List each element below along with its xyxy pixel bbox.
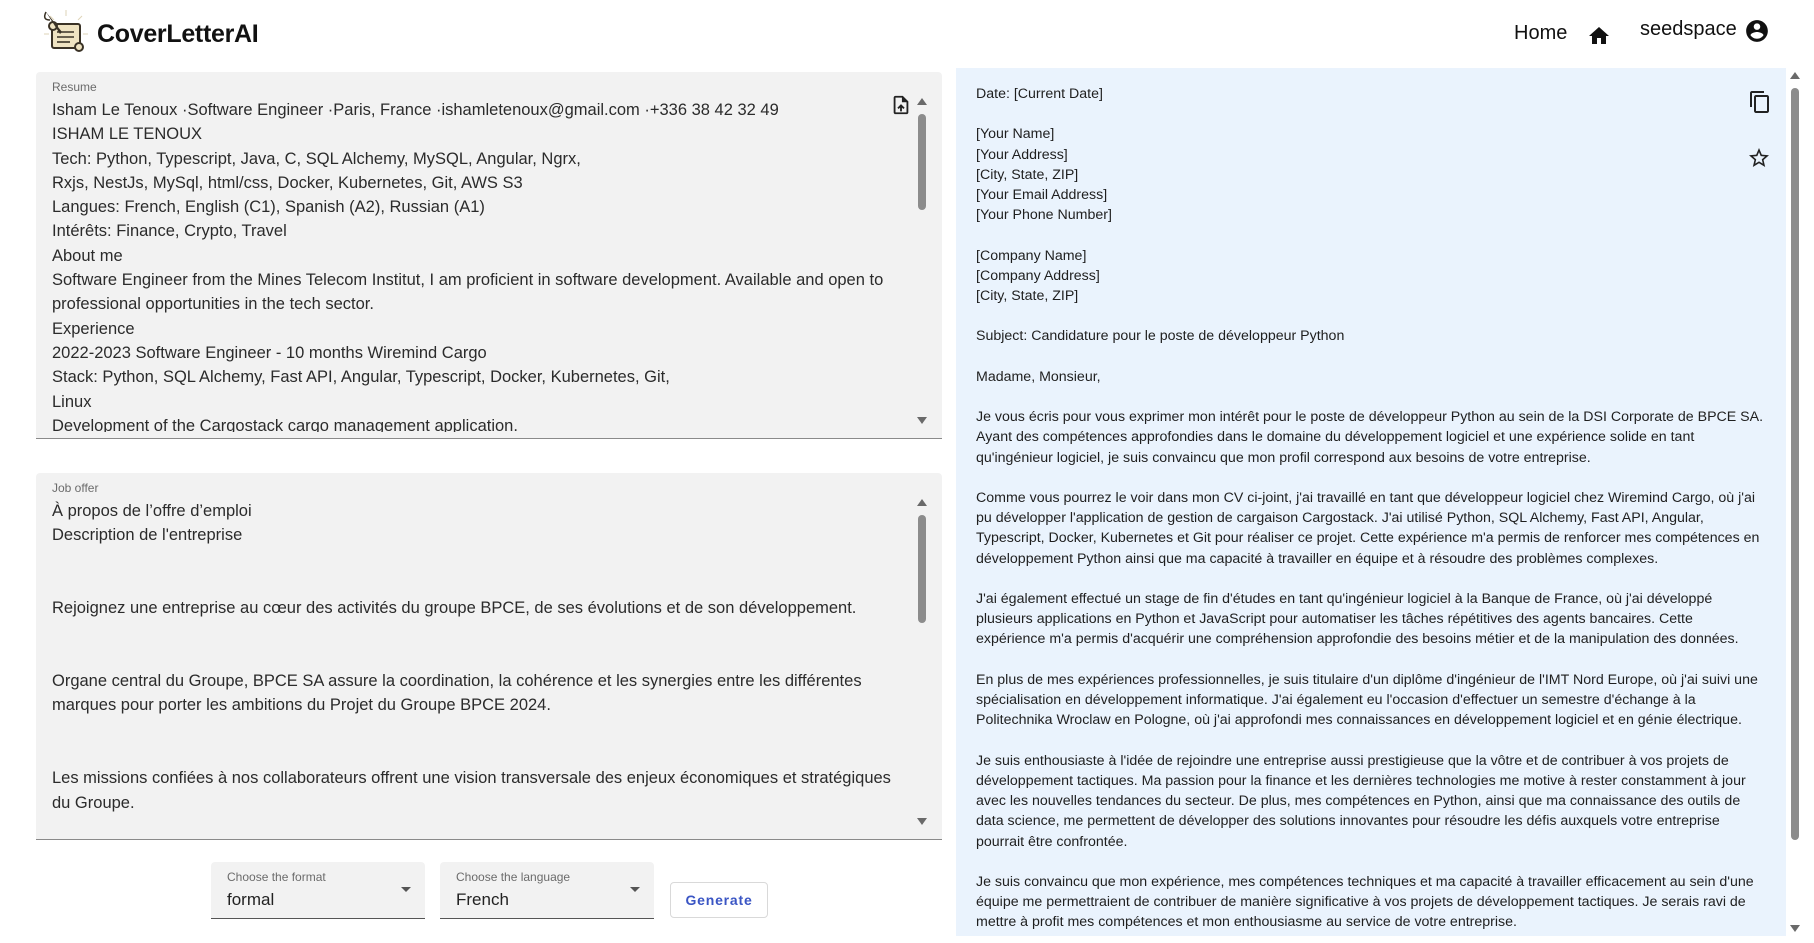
scrollbar-thumb[interactable] — [918, 515, 926, 623]
language-select-label: Choose the language — [456, 870, 571, 884]
resume-text[interactable]: Isham Le Tenoux ·Software Engineer ·Pari… — [52, 98, 900, 432]
scroll-quill-logo — [43, 10, 88, 52]
format-select-value[interactable]: formal — [227, 890, 274, 910]
page-scrollbar[interactable] — [1788, 68, 1802, 936]
resume-textarea[interactable]: Resume Isham Le Tenoux ·Software Enginee… — [36, 72, 942, 439]
home-icon[interactable] — [1587, 24, 1611, 48]
star-outline-icon[interactable] — [1747, 146, 1771, 170]
top-app-bar: CoverLetterAI Home seedspace — [0, 0, 1814, 68]
scroll-up-arrow-icon[interactable] — [917, 98, 927, 105]
format-select[interactable]: Choose the format formal — [211, 862, 425, 919]
job-offer-label: Job offer — [52, 481, 99, 495]
account-circle-icon[interactable] — [1744, 18, 1770, 44]
resume-label: Resume — [52, 80, 97, 94]
scroll-down-arrow-icon[interactable] — [1790, 925, 1800, 932]
upload-file-icon[interactable] — [890, 93, 912, 117]
app-title: CoverLetterAI — [97, 20, 259, 48]
scrollbar-thumb[interactable] — [1791, 88, 1799, 840]
job-offer-textarea[interactable]: Job offer À propos de l’offre d’emploi D… — [36, 473, 942, 840]
cover-letter-panel: Date: [Current Date] [Your Name] [Your A… — [956, 68, 1786, 936]
copy-icon[interactable] — [1748, 90, 1772, 114]
scroll-up-arrow-icon[interactable] — [917, 499, 927, 506]
resume-scrollbar[interactable] — [916, 98, 928, 424]
scrollbar-thumb[interactable] — [918, 114, 926, 210]
language-select-value[interactable]: French — [456, 890, 509, 910]
job-offer-text[interactable]: À propos de l’offre d’emploi Description… — [52, 499, 900, 833]
chevron-down-icon[interactable] — [630, 887, 640, 892]
cover-letter-text: Date: [Current Date] [Your Name] [Your A… — [976, 86, 1764, 931]
scroll-down-arrow-icon[interactable] — [917, 417, 927, 424]
format-select-label: Choose the format — [227, 870, 326, 884]
language-select[interactable]: Choose the language French — [440, 862, 654, 919]
scroll-up-arrow-icon[interactable] — [1790, 72, 1800, 79]
job-offer-scrollbar[interactable] — [916, 499, 928, 825]
user-name[interactable]: seedspace — [1640, 18, 1737, 41]
generate-button[interactable]: Generate — [670, 882, 768, 918]
nav-home-link[interactable]: Home — [1514, 22, 1567, 45]
chevron-down-icon[interactable] — [401, 887, 411, 892]
scroll-down-arrow-icon[interactable] — [917, 818, 927, 825]
